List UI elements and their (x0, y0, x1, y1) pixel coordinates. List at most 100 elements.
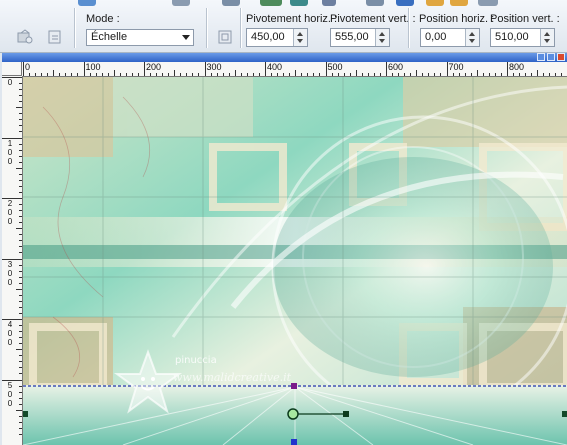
ruler-major-tick (2, 137, 22, 139)
ruler-minor-tick (16, 288, 22, 290)
ruler-minor-tick (549, 73, 551, 76)
ruler-minor-tick (186, 73, 188, 76)
toolbar-separator (206, 8, 208, 48)
ruler-major-tick (325, 62, 327, 76)
ruler-minor-tick (531, 73, 533, 76)
ruler-minor-tick (555, 73, 557, 76)
ruler-label: 0 (7, 78, 13, 87)
ruler-minor-tick (19, 143, 22, 145)
ruler-label: 5 (7, 380, 13, 390)
ruler-minor-tick (19, 179, 22, 181)
ruler-minor-tick (216, 73, 218, 76)
maximize-icon[interactable] (547, 53, 555, 61)
ruler-minor-tick (470, 73, 472, 76)
ruler-minor-tick (19, 337, 22, 339)
ruler-minor-tick (16, 228, 22, 230)
deformation-grid-icon[interactable] (214, 26, 236, 48)
ruler-minor-tick (404, 73, 406, 76)
ruler-minor-tick (19, 361, 22, 363)
ruler-minor-tick (500, 73, 502, 76)
minimize-icon[interactable] (537, 53, 545, 61)
ruler-minor-tick (192, 73, 194, 76)
ruler-minor-tick (162, 73, 164, 76)
ruler-minor-tick (19, 131, 22, 133)
ruler-minor-tick (283, 73, 285, 76)
watermark-url: www.malidcreative.it (173, 371, 292, 384)
ruler-label: 0 (7, 156, 13, 166)
ruler-minor-tick (392, 73, 394, 76)
close-icon[interactable] (557, 53, 565, 61)
position-horizontal-spinner[interactable] (465, 29, 479, 46)
ruler-major-tick (2, 258, 22, 260)
ruler-major-tick (144, 62, 145, 76)
pivot-vertical-input[interactable]: 555,00 (330, 28, 390, 47)
ruler-minor-tick (16, 167, 22, 169)
ruler-minor-tick (156, 73, 158, 76)
ruler-minor-tick (113, 70, 115, 76)
ruler-minor-tick (228, 73, 230, 76)
ruler-minor-tick (355, 70, 357, 76)
ruler-minor-tick (361, 73, 363, 76)
ruler-label: 0 (7, 217, 13, 226)
ruler-minor-tick (16, 409, 22, 411)
pivot-horizontal-label: Pivotement horiz. : (246, 13, 338, 25)
ruler-label: 700 (448, 62, 464, 72)
position-horizontal-input[interactable]: 0,00 (420, 28, 480, 47)
ruler-minor-tick (331, 73, 333, 76)
pivot-horizontal-input[interactable]: 450,00 (246, 28, 308, 47)
ruler-minor-tick (198, 73, 200, 76)
ruler-minor-tick (19, 300, 22, 302)
ruler-minor-tick (19, 149, 22, 151)
ruler-minor-tick (337, 73, 339, 76)
ruler-minor-tick (19, 252, 22, 254)
pivot-vertical-spinner[interactable] (375, 29, 389, 46)
ruler-minor-tick (19, 161, 22, 163)
ruler-minor-tick (35, 73, 37, 76)
ruler-minor-tick (277, 73, 279, 76)
ruler-minor-tick (19, 240, 22, 242)
tool-options-bar: Mode : Échelle Pivotement horiz. : 450,0… (0, 0, 567, 53)
ruler-major-tick (83, 62, 85, 76)
image-window-titlebar[interactable] (2, 53, 567, 62)
preset-icon[interactable] (14, 26, 36, 48)
ruler-minor-tick (174, 70, 176, 76)
position-vertical-input[interactable]: 510,00 (490, 28, 555, 47)
ruler-major-tick (507, 62, 508, 76)
ruler-label: 0 (7, 147, 13, 157)
pivot-horizontal-spinner[interactable] (293, 29, 307, 46)
ruler-label: 0 (7, 389, 13, 399)
ruler-minor-tick (19, 101, 22, 103)
ruler-major-tick (386, 62, 387, 76)
ruler-minor-tick (343, 73, 345, 76)
ruler-label: 600 (388, 62, 404, 72)
ruler-label: 0 (7, 208, 13, 217)
ruler-minor-tick (452, 73, 454, 76)
ruler-minor-tick (19, 373, 22, 375)
mode-select[interactable]: Échelle (86, 29, 194, 46)
ruler-major-tick (2, 379, 22, 381)
ruler-minor-tick (210, 73, 212, 76)
ruler-label: 200 (146, 62, 162, 72)
watermark: pinuccia www.malidcreative.it (113, 347, 363, 417)
mode-select-value: Échelle (91, 31, 128, 43)
ruler-minor-tick (494, 73, 496, 76)
ruler-minor-tick (65, 73, 67, 76)
ruler-label: 100 (85, 62, 101, 72)
ruler-minor-tick (19, 95, 22, 97)
ruler-minor-tick (19, 343, 22, 345)
position-vertical-spinner[interactable] (540, 29, 554, 46)
ruler-minor-tick (19, 433, 22, 435)
image-canvas[interactable]: pinuccia www.malidcreative.it (23, 77, 567, 445)
reset-icon[interactable] (44, 26, 66, 48)
ruler-minor-tick (19, 403, 22, 405)
ruler-minor-tick (19, 385, 22, 387)
position-horizontal-value: 0,00 (425, 31, 447, 43)
ruler-minor-tick (19, 306, 22, 308)
toolbar-separator (240, 8, 242, 48)
watermark-brand: pinuccia (175, 355, 217, 366)
ruler-minor-tick (95, 73, 97, 76)
pivot-horizontal-value: 450,00 (251, 31, 285, 43)
ruler-label: 300 (206, 62, 222, 72)
ruler-minor-tick (258, 73, 260, 76)
ruler-minor-tick (19, 113, 22, 115)
